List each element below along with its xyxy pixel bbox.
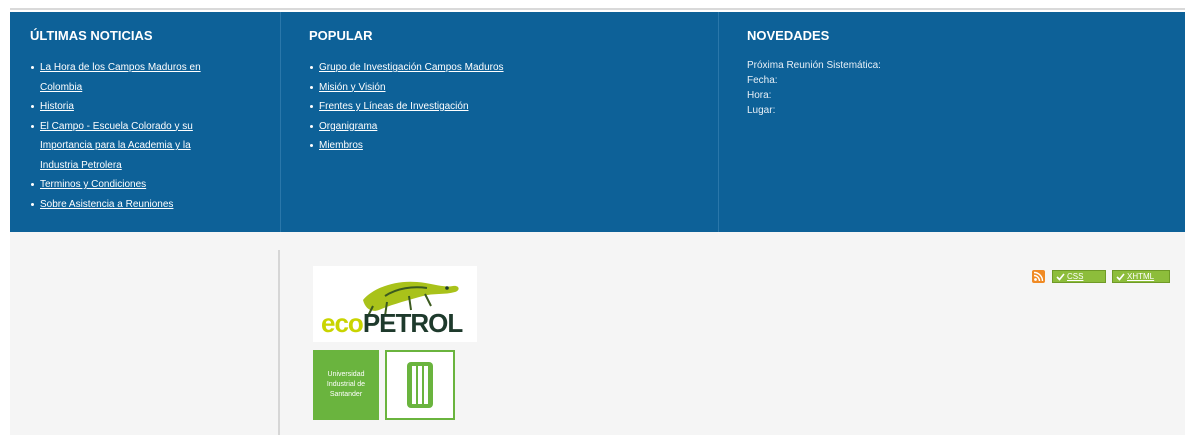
date-label: Fecha: <box>747 75 778 86</box>
list-item: Sobre Asistencia a Reuniones <box>30 195 260 215</box>
footer-logos-area: ecoPETROL Universidad Industrial de Sant… <box>10 232 1185 435</box>
list-item: Historia <box>30 97 260 117</box>
ecopetrol-wordmark: ecoPETROL <box>321 308 463 338</box>
uis-line-1: Universidad <box>327 371 365 378</box>
vertical-divider <box>278 250 280 435</box>
list-item: Grupo de Investigación Campos Maduros <box>309 58 709 78</box>
latest-news-heading: ÚLTIMAS NOTICIAS <box>30 28 153 43</box>
uis-line-2: Industrial de <box>326 381 366 388</box>
place-label: Lugar: <box>747 105 776 116</box>
check-icon <box>1056 273 1065 281</box>
page: ÚLTIMAS NOTICIAS La Hora de los Campos M… <box>10 8 1185 435</box>
xhtml-badge-label: XHTML <box>1127 272 1155 281</box>
ecopetrol-logo[interactable]: ecoPETROL <box>313 266 477 342</box>
popular-link-organigrama[interactable]: Organigrama <box>319 121 377 132</box>
news-link-campo-escuela[interactable]: El Campo - Escuela Colorado y su Importan… <box>40 121 193 171</box>
list-item: Frentes y Líneas de Investigación <box>309 97 709 117</box>
popular-column: POPULAR Grupo de Investigación Campos Ma… <box>280 12 718 232</box>
novedades-column: NOVEDADES Próxima Reunión Sistemática: F… <box>718 12 1185 232</box>
novedades-info: Próxima Reunión Sistemática: Fecha: Hora… <box>747 58 881 118</box>
top-divider <box>10 8 1185 10</box>
uis-line-3: Santander <box>329 391 363 398</box>
news-link-terminos[interactable]: Terminos y Condiciones <box>40 179 146 190</box>
check-icon <box>1116 273 1125 281</box>
list-item: Miembros <box>309 136 709 156</box>
popular-link-miembros[interactable]: Miembros <box>319 140 363 151</box>
popular-list: Grupo de Investigación Campos Maduros Mi… <box>309 58 709 156</box>
next-meeting-label: Próxima Reunión Sistemática: <box>747 60 881 71</box>
list-item: Organigrama <box>309 117 709 137</box>
css-badge-label: CSS <box>1067 272 1084 281</box>
list-item: El Campo - Escuela Colorado y su Importan… <box>30 117 260 176</box>
popular-link-grupo[interactable]: Grupo de Investigación Campos Maduros <box>319 62 504 73</box>
latest-news-list: La Hora de los Campos Maduros en Colombia… <box>30 58 260 214</box>
list-item: La Hora de los Campos Maduros en Colombia <box>30 58 260 97</box>
uis-emblem-icon[interactable] <box>385 350 455 420</box>
rss-icon[interactable] <box>1032 270 1045 283</box>
popular-link-frentes[interactable]: Frentes y Líneas de Investigación <box>319 101 469 112</box>
popular-link-mision[interactable]: Misión y Visión <box>319 82 386 93</box>
footer-links-area: ÚLTIMAS NOTICIAS La Hora de los Campos M… <box>10 12 1185 232</box>
news-link-asistencia[interactable]: Sobre Asistencia a Reuniones <box>40 199 173 210</box>
uis-logo-text[interactable]: Universidad Industrial de Santander <box>313 350 379 420</box>
latest-news-column: ÚLTIMAS NOTICIAS La Hora de los Campos M… <box>10 12 280 232</box>
css-valid-badge[interactable]: CSS <box>1052 270 1106 283</box>
time-label: Hora: <box>747 90 772 101</box>
list-item: Terminos y Condiciones <box>30 175 260 195</box>
xhtml-valid-badge[interactable]: XHTML <box>1112 270 1170 283</box>
news-link-campos-maduros[interactable]: La Hora de los Campos Maduros en Colombia <box>40 62 201 93</box>
news-link-historia[interactable]: Historia <box>40 101 74 112</box>
list-item: Misión y Visión <box>309 78 709 98</box>
novedades-heading: NOVEDADES <box>747 28 830 43</box>
popular-heading: POPULAR <box>309 28 373 43</box>
